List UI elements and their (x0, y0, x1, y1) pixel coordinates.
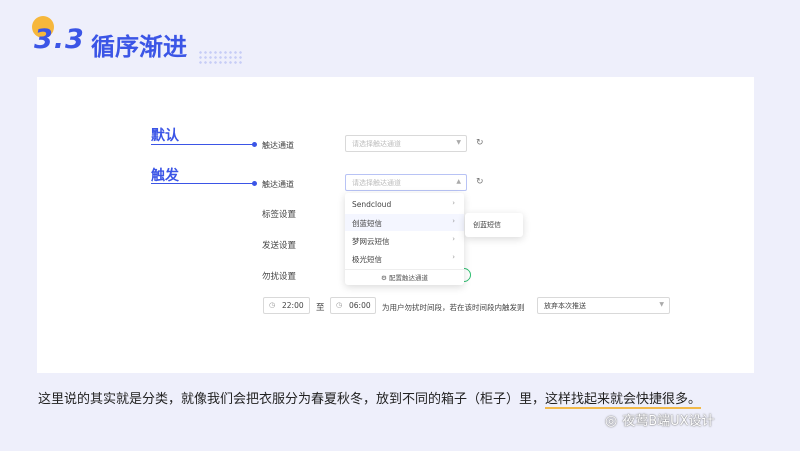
dnd-action-select[interactable]: 放弃本次推送 ▼ (537, 297, 670, 314)
channel-label-triggered: 触达通道 (262, 180, 294, 189)
menu-item-sendcloud[interactable]: Sendcloud › (345, 196, 464, 213)
wechat-icon: ◎ (605, 413, 618, 429)
clock-icon: ◷ (336, 301, 343, 309)
menu-item-label: 梦网云短信 (352, 237, 390, 246)
caption-text: 这里说的其实就是分类，就像我们会把衣服分为春夏秋冬，放到不同的箱子（柜子）里，这… (38, 388, 702, 409)
channel-dropdown-menu: Sendcloud › 创蓝短信 › 梦网云短信 › 极光短信 › ⚙ 配置触达… (345, 193, 464, 285)
configure-channel-link[interactable]: ⚙ 配置触达通道 (345, 272, 464, 282)
send-setting-label: 发送设置 (262, 241, 297, 251)
refresh-icon[interactable]: ↻ (476, 138, 484, 148)
caption-part1: 这里说的其实就是分类，就像我们会把衣服分为春夏秋冬，放到不同的箱子（柜子）里， (38, 392, 546, 407)
chevron-right-icon: › (452, 217, 455, 225)
caption-highlight: 这样找起来就会快捷很多。 (545, 392, 702, 409)
menu-divider (345, 269, 464, 270)
channel-submenu: 创蓝短信 (465, 213, 523, 237)
clock-icon: ◷ (269, 301, 276, 309)
time-end-picker[interactable]: ◷ 06:00 (330, 297, 376, 314)
time-start-picker[interactable]: ◷ 22:00 (263, 297, 310, 314)
configure-channel-label: 配置触达通道 (388, 274, 428, 282)
menu-item-label: Sendcloud (352, 200, 392, 209)
time-end-value: 06:00 (349, 301, 371, 310)
time-start-value: 22:00 (282, 301, 304, 310)
watermark-text: 夜莺B端UX设计 (622, 414, 715, 429)
channel-select-default[interactable]: 请选择触达通道 ▼ (345, 135, 467, 152)
channel-select-triggered[interactable]: 请选择触达通道 ▲ (345, 174, 467, 191)
annotation-triggered: 触发 (151, 168, 179, 184)
section-title: 循序渐进 (91, 33, 187, 61)
dnd-setting-label: 勿扰设置 (262, 272, 297, 282)
annotation-triggered-line (151, 183, 253, 184)
dnd-hint: 为用户勿扰时间段，若在该时间段内触发则 (382, 303, 525, 312)
annotation-default-line (151, 144, 253, 145)
section-number: 3.3 (34, 24, 85, 55)
chevron-right-icon: › (452, 235, 455, 243)
dnd-action-value: 放弃本次推送 (544, 302, 586, 310)
annotation-default: 默认 (151, 128, 179, 144)
chevron-down-icon: ▼ (659, 301, 664, 308)
annotation-default-dot (252, 142, 257, 147)
chevron-right-icon: › (452, 253, 455, 261)
channel-select-placeholder: 请选择触达通道 (352, 140, 401, 148)
menu-item-jiguang[interactable]: 极光短信 › (345, 250, 464, 267)
menu-item-chuanglan[interactable]: 创蓝短信 › (345, 214, 464, 231)
watermark: ◎ 夜莺B端UX设计 (605, 410, 715, 429)
decorative-dots (198, 50, 244, 66)
chevron-right-icon: › (452, 199, 455, 207)
gear-icon: ⚙ (381, 274, 387, 282)
menu-item-label: 创蓝短信 (352, 219, 382, 228)
menu-item-label: 极光短信 (352, 255, 382, 264)
menu-item-mengwang[interactable]: 梦网云短信 › (345, 232, 464, 249)
chevron-down-icon: ▼ (456, 139, 461, 146)
channel-select-placeholder: 请选择触达通道 (352, 179, 401, 187)
refresh-icon[interactable]: ↻ (476, 177, 484, 187)
tag-setting-label: 标签设置 (262, 210, 297, 220)
submenu-item[interactable]: 创蓝短信 (473, 220, 501, 230)
channel-label-default: 触达通道 (262, 141, 294, 150)
to-label: 至 (316, 303, 325, 313)
chevron-up-icon: ▲ (456, 178, 461, 185)
annotation-triggered-dot (252, 181, 257, 186)
